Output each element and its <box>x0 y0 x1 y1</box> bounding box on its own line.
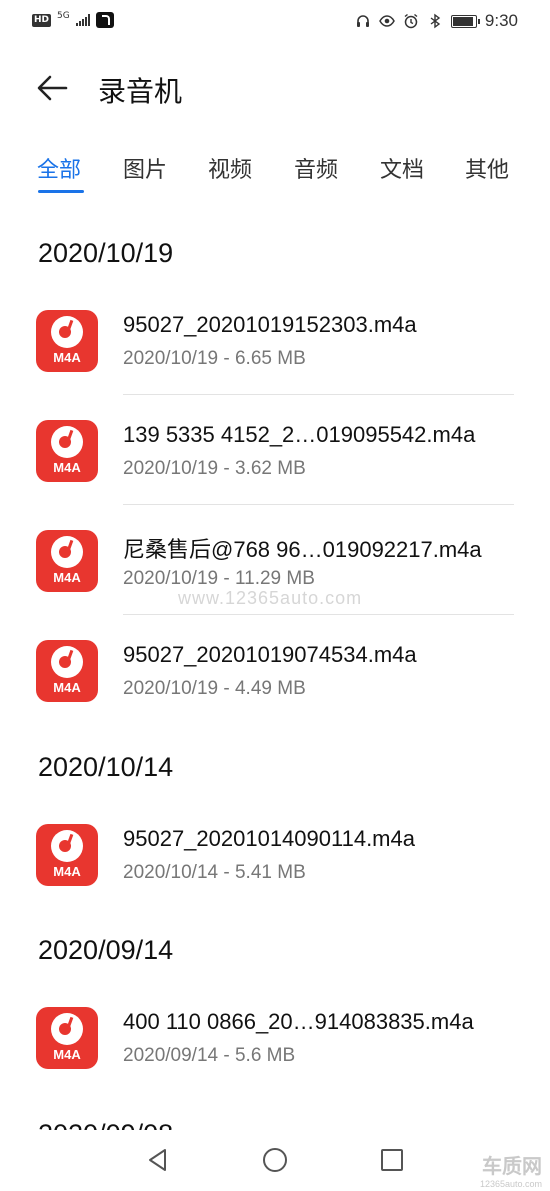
file-name: 尼桑售后@768 96…019092217.m4a <box>123 537 482 562</box>
file-item[interactable]: M4A 400 110 0866_20…914083835.m4a 2020/0… <box>0 983 550 1093</box>
file-meta: 2020/10/19 - 3.62 MB <box>123 458 306 479</box>
battery-icon <box>450 14 480 28</box>
network-type: 5G <box>57 11 70 21</box>
signal-icon <box>75 14 90 26</box>
bluetooth-icon <box>430 13 441 29</box>
divider <box>123 614 514 615</box>
file-item[interactable]: M4A 95027_20201014090114.m4a 2020/10/14 … <box>0 800 550 910</box>
tab-documents[interactable]: 文档 <box>380 152 424 184</box>
nav-recents-icon[interactable] <box>378 1146 406 1174</box>
file-meta: 2020/10/19 - 4.49 MB <box>123 678 306 699</box>
date-header: 2020/09/14 <box>38 935 174 965</box>
file-name: 95027_20201019074534.m4a <box>123 642 417 667</box>
eye-icon <box>379 15 395 27</box>
nav-home-icon[interactable] <box>261 1146 289 1174</box>
tab-audio[interactable]: 音频 <box>294 152 338 184</box>
file-meta: 2020/10/19 - 11.29 MB <box>123 568 315 589</box>
divider <box>123 394 514 395</box>
status-left: HD 5G <box>32 11 114 28</box>
m4a-file-icon: M4A <box>36 420 98 482</box>
date-header: 2020/10/19 <box>38 238 174 268</box>
site-logo-watermark: 车质网 12365auto.com <box>479 1154 542 1189</box>
file-meta: 2020/09/14 - 5.6 MB <box>123 1045 296 1066</box>
file-meta: 2020/10/19 - 6.65 MB <box>123 348 306 369</box>
tab-all[interactable]: 全部 <box>37 152 81 184</box>
file-meta: 2020/10/14 - 5.41 MB <box>123 862 306 883</box>
tab-other[interactable]: 其他 <box>465 152 509 184</box>
clock: 9:30 <box>484 11 518 30</box>
file-item[interactable]: M4A 95027_20201019152303.m4a 2020/10/19 … <box>0 286 550 396</box>
date-header: 2020/10/14 <box>38 752 174 782</box>
file-item[interactable]: M4A 95027_20201019074534.m4a 2020/10/19 … <box>0 616 550 726</box>
tab-videos[interactable]: 视频 <box>208 152 252 184</box>
m4a-file-icon: M4A <box>36 824 98 886</box>
tiktok-notification-icon <box>95 12 114 28</box>
hd-badge: HD <box>32 13 52 27</box>
status-right: 9:30 <box>355 11 518 31</box>
watermark-text: www.12365auto.com <box>178 588 363 608</box>
active-tab-indicator <box>38 190 84 193</box>
back-arrow-icon[interactable] <box>32 68 72 108</box>
file-name: 95027_20201014090114.m4a <box>123 826 415 851</box>
page-title: 录音机 <box>98 75 183 108</box>
file-name: 400 110 0866_20…914083835.m4a <box>123 1009 474 1034</box>
system-nav-bar <box>0 1130 550 1191</box>
nav-back-icon[interactable] <box>144 1146 172 1174</box>
alarm-icon <box>404 13 418 29</box>
tab-images[interactable]: 图片 <box>123 152 167 184</box>
app-header: 录音机 <box>0 62 550 112</box>
headphones-icon <box>356 15 369 27</box>
m4a-file-icon: M4A <box>36 310 98 372</box>
divider <box>123 504 514 505</box>
file-name: 139 5335 4152_2…019095542.m4a <box>123 422 476 447</box>
m4a-file-icon: M4A <box>36 640 98 702</box>
category-tabs: 全部 图片 视频 音频 文档 其他 <box>0 152 550 202</box>
m4a-file-icon: M4A <box>36 530 98 592</box>
file-name: 95027_20201019152303.m4a <box>123 312 417 337</box>
m4a-file-icon: M4A <box>36 1007 98 1069</box>
file-item[interactable]: M4A 139 5335 4152_2…019095542.m4a 2020/1… <box>0 396 550 506</box>
status-bar: HD 5G 9:30 <box>0 0 550 42</box>
